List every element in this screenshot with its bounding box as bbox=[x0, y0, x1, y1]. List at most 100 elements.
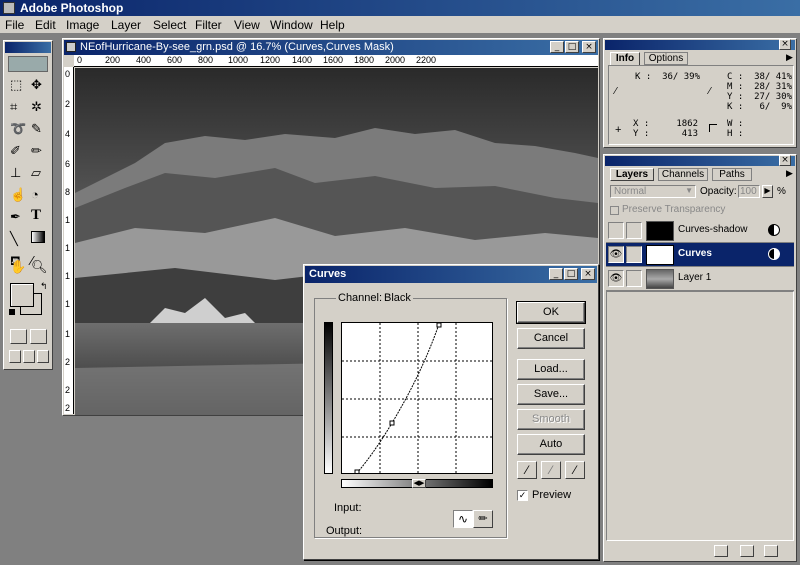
line-tool-icon[interactable]: ╲ bbox=[10, 231, 18, 247]
trash-icon[interactable] bbox=[764, 545, 778, 557]
document-title: NEofHurricane-By-see_grn.psd @ 16.7% (Cu… bbox=[80, 41, 394, 53]
default-colors-icon[interactable] bbox=[9, 309, 15, 315]
foreground-color-swatch[interactable] bbox=[10, 283, 34, 307]
menu-window[interactable]: Window bbox=[270, 18, 313, 32]
pencil-tool-icon[interactable]: ✏ bbox=[31, 143, 42, 159]
auto-button[interactable]: Auto bbox=[517, 434, 585, 455]
menu-filter[interactable]: Filter bbox=[195, 18, 222, 32]
curves-minimize-button[interactable]: _ bbox=[549, 268, 563, 280]
menu-select[interactable]: Select bbox=[153, 18, 186, 32]
menu-help[interactable]: Help bbox=[320, 18, 345, 32]
preview-checkbox[interactable]: ✓ bbox=[517, 490, 528, 501]
minimize-button[interactable]: _ bbox=[550, 41, 564, 53]
dodge-tool-icon[interactable]: ◔ bbox=[31, 187, 39, 202]
new-adjustment-layer-icon[interactable] bbox=[714, 545, 728, 557]
layers-close-button[interactable]: × bbox=[779, 155, 791, 166]
document-titlebar[interactable]: NEofHurricane-By-see_grn.psd @ 16.7% (Cu… bbox=[64, 40, 598, 55]
curves-titlebar[interactable]: Curves _ □ × bbox=[305, 266, 597, 283]
output-label: Output: bbox=[326, 525, 363, 537]
layers-list-area bbox=[606, 291, 794, 541]
info-close-button[interactable]: × bbox=[779, 39, 791, 50]
type-tool-icon[interactable]: T bbox=[31, 207, 41, 224]
zoom-tool-icon[interactable]: 🔍︎ bbox=[31, 259, 48, 275]
screen-mode-standard-icon[interactable] bbox=[9, 350, 21, 363]
layer-mask-link-icon[interactable] bbox=[626, 246, 642, 263]
eye-icon[interactable]: 👁︎ bbox=[608, 270, 624, 287]
eye-icon[interactable]: 👁︎ bbox=[608, 246, 624, 263]
tab-channels[interactable]: Channels bbox=[658, 168, 708, 181]
layer-visibility-toggle[interactable] bbox=[608, 222, 624, 239]
blend-mode-select[interactable]: Normal ▼ bbox=[610, 185, 696, 198]
tab-paths[interactable]: Paths bbox=[712, 168, 752, 181]
layer-row[interactable]: 👁︎ Layer 1 bbox=[606, 267, 794, 291]
toolbox-titlebar[interactable] bbox=[5, 42, 51, 53]
airbrush-tool-icon[interactable]: ✐ bbox=[10, 143, 21, 159]
ruler-left-label: 2 bbox=[65, 99, 71, 109]
quick-mask-mode-icon[interactable] bbox=[30, 329, 47, 344]
ruler-left-label: 6 bbox=[65, 159, 71, 169]
screen-mode-full-icon[interactable] bbox=[37, 350, 49, 363]
magic-wand-tool-icon[interactable]: ✲ bbox=[31, 99, 42, 115]
screen-mode-full-menu-icon[interactable] bbox=[23, 350, 35, 363]
menu-view[interactable]: View bbox=[234, 18, 260, 32]
curves-graph[interactable] bbox=[341, 322, 493, 474]
maximize-button[interactable]: □ bbox=[565, 41, 579, 53]
ruler-left-label: 2 bbox=[65, 357, 71, 367]
ok-button[interactable]: OK bbox=[516, 301, 586, 324]
layers-menu-arrow-icon[interactable]: ▶ bbox=[786, 168, 793, 179]
smooth-button[interactable]: Smooth bbox=[517, 409, 585, 430]
channel-value[interactable]: Black bbox=[382, 292, 413, 304]
close-button[interactable]: × bbox=[582, 41, 596, 53]
menu-layer[interactable]: Layer bbox=[111, 18, 141, 32]
gradient-tool-icon[interactable] bbox=[31, 231, 45, 243]
smudge-tool-icon[interactable]: ☝ bbox=[10, 187, 26, 203]
lasso-tool-icon[interactable]: ➰ bbox=[10, 121, 26, 137]
info-palette-titlebar[interactable]: × bbox=[605, 39, 795, 50]
info-m: M : 28/ 31% bbox=[727, 82, 793, 92]
layer-link-toggle[interactable] bbox=[626, 270, 642, 287]
ruler-left-label: 1 bbox=[65, 329, 71, 339]
layer-row[interactable]: 👁︎ Curves bbox=[606, 243, 794, 267]
gray-eyedropper-icon[interactable]: ⁄ bbox=[541, 461, 561, 479]
menu-edit[interactable]: Edit bbox=[35, 18, 56, 32]
curves-maximize-button[interactable]: □ bbox=[564, 268, 578, 280]
crop-tool-icon[interactable]: ⌗ bbox=[10, 99, 17, 115]
gradient-toggle-icon[interactable]: ◀▶ bbox=[412, 479, 426, 488]
white-eyedropper-icon[interactable]: ⁄ bbox=[565, 461, 585, 479]
preserve-transparency-checkbox[interactable] bbox=[610, 206, 619, 215]
ruler-left-label: 2 bbox=[65, 385, 71, 395]
swap-colors-icon[interactable]: ↰ bbox=[40, 281, 48, 292]
layer-row[interactable]: Curves-shadow bbox=[606, 219, 794, 243]
tab-info[interactable]: Info bbox=[610, 52, 640, 65]
menu-file[interactable]: File bbox=[5, 18, 24, 32]
app-title: Adobe Photoshop bbox=[20, 1, 124, 15]
curves-close-button[interactable]: × bbox=[581, 268, 595, 280]
pencil-draw-icon[interactable]: ✏ bbox=[473, 510, 493, 528]
layer-name: Layer 1 bbox=[678, 272, 712, 283]
opacity-slider-arrow-icon[interactable]: ▶ bbox=[762, 185, 773, 198]
brush-tool-icon[interactable]: ✎ bbox=[31, 121, 42, 137]
tab-options[interactable]: Options bbox=[644, 52, 688, 65]
opacity-input[interactable]: 100 bbox=[738, 185, 760, 198]
hand-tool-icon[interactable]: ✋ bbox=[10, 259, 26, 275]
info-palette: × Info Options ▶ ⁄ K : 36/ 39% ⁄ C : 38/… bbox=[603, 38, 797, 148]
layers-palette-titlebar[interactable]: × bbox=[605, 155, 795, 166]
stamp-tool-icon[interactable]: ⊥ bbox=[10, 165, 21, 181]
black-eyedropper-icon[interactable]: ⁄ bbox=[517, 461, 537, 479]
curve-tool-icon[interactable]: ∿ bbox=[453, 510, 473, 528]
eraser-tool-icon[interactable]: ▱ bbox=[31, 165, 41, 181]
new-layer-icon[interactable] bbox=[740, 545, 754, 557]
menu-image[interactable]: Image bbox=[66, 18, 99, 32]
save-button[interactable]: Save... bbox=[517, 384, 585, 405]
palette-menu-arrow-icon[interactable]: ▶ bbox=[786, 52, 793, 63]
tab-layers[interactable]: Layers bbox=[610, 168, 654, 181]
cancel-button[interactable]: Cancel bbox=[517, 328, 585, 349]
layer-link-toggle[interactable] bbox=[626, 222, 642, 239]
info-k: K : 6/ 9% bbox=[727, 102, 793, 112]
marquee-tool-icon[interactable]: ⬚ bbox=[10, 77, 22, 93]
ruler-left-label: 1 bbox=[65, 271, 71, 281]
move-tool-icon[interactable]: ✥ bbox=[31, 77, 42, 93]
standard-mode-icon[interactable] bbox=[10, 329, 27, 344]
load-button[interactable]: Load... bbox=[517, 359, 585, 380]
pen-tool-icon[interactable]: ✒ bbox=[10, 209, 21, 225]
